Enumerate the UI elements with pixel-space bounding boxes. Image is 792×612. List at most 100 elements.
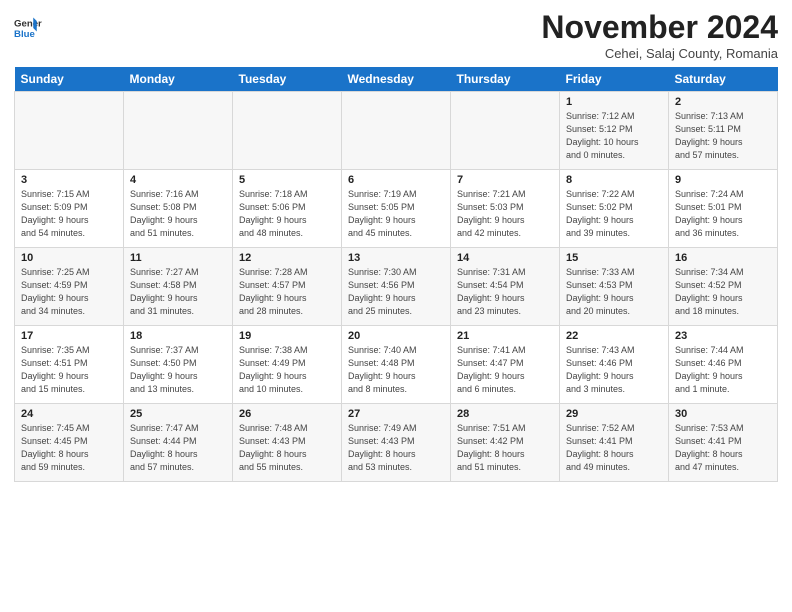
day-number: 3 xyxy=(21,174,118,186)
calendar-week-5: 24 Sunrise: 7:45 AM Sunset: 4:45 PM Dayli… xyxy=(15,404,778,482)
calendar-cell: 15Sunrise: 7:33 AM Sunset: 4:53 PM Dayli… xyxy=(560,248,669,326)
day-number: 12 xyxy=(239,252,336,264)
day-number: 19 xyxy=(239,330,336,342)
calendar-cell: 17 Sunrise: 7:35 AM Sunset: 4:51 PM Dayli… xyxy=(15,326,124,404)
subtitle: Cehei, Salaj County, Romania xyxy=(541,46,778,61)
day-number: 13 xyxy=(348,252,445,264)
calendar-cell: 27 Sunrise: 7:49 AM Sunset: 4:43 PM Dayli… xyxy=(342,404,451,482)
day-info: Sunrise: 7:43 AM Sunset: 4:46 PM Dayligh… xyxy=(566,344,663,396)
calendar-week-3: 10Sunrise: 7:25 AM Sunset: 4:59 PM Dayli… xyxy=(15,248,778,326)
logo: General Blue xyxy=(14,14,42,42)
calendar-cell: 29 Sunrise: 7:52 AM Sunset: 4:41 PM Dayli… xyxy=(560,404,669,482)
calendar-week-2: 3 Sunrise: 7:15 AM Sunset: 5:09 PM Daylig… xyxy=(15,170,778,248)
day-number: 6 xyxy=(348,174,445,186)
calendar-cell: 28 Sunrise: 7:51 AM Sunset: 4:42 PM Dayli… xyxy=(451,404,560,482)
day-info: Sunrise: 7:35 AM Sunset: 4:51 PM Dayligh… xyxy=(21,344,118,396)
calendar-table: SundayMondayTuesdayWednesdayThursdayFrid… xyxy=(14,67,778,482)
calendar-cell: 30 Sunrise: 7:53 AM Sunset: 4:41 PM Dayli… xyxy=(669,404,778,482)
day-number: 26 xyxy=(239,408,336,420)
calendar-cell: 12 Sunrise: 7:28 AM Sunset: 4:57 PM Dayli… xyxy=(233,248,342,326)
month-title: November 2024 xyxy=(541,10,778,45)
day-info: Sunrise: 7:13 AM Sunset: 5:11 PM Dayligh… xyxy=(675,110,772,162)
day-number: 10 xyxy=(21,252,118,264)
day-info: Sunrise: 7:18 AM Sunset: 5:06 PM Dayligh… xyxy=(239,188,336,240)
day-number: 25 xyxy=(130,408,227,420)
calendar-cell xyxy=(233,92,342,170)
calendar-cell xyxy=(124,92,233,170)
day-info: Sunrise: 7:33 AM Sunset: 4:53 PM Dayligh… xyxy=(566,266,663,318)
calendar-cell: 22 Sunrise: 7:43 AM Sunset: 4:46 PM Dayli… xyxy=(560,326,669,404)
day-number: 23 xyxy=(675,330,772,342)
day-info: Sunrise: 7:41 AM Sunset: 4:47 PM Dayligh… xyxy=(457,344,554,396)
weekday-header-saturday: Saturday xyxy=(669,67,778,92)
day-number: 22 xyxy=(566,330,663,342)
day-number: 11 xyxy=(130,252,227,264)
calendar-cell: 26 Sunrise: 7:48 AM Sunset: 4:43 PM Dayli… xyxy=(233,404,342,482)
calendar-cell: 14Sunrise: 7:31 AM Sunset: 4:54 PM Dayli… xyxy=(451,248,560,326)
calendar-cell: 21 Sunrise: 7:41 AM Sunset: 4:47 PM Dayli… xyxy=(451,326,560,404)
day-number: 17 xyxy=(21,330,118,342)
day-info: Sunrise: 7:52 AM Sunset: 4:41 PM Dayligh… xyxy=(566,422,663,474)
weekday-header-friday: Friday xyxy=(560,67,669,92)
day-number: 27 xyxy=(348,408,445,420)
day-info: Sunrise: 7:28 AM Sunset: 4:57 PM Dayligh… xyxy=(239,266,336,318)
day-number: 21 xyxy=(457,330,554,342)
day-info: Sunrise: 7:44 AM Sunset: 4:46 PM Dayligh… xyxy=(675,344,772,396)
calendar-header: SundayMondayTuesdayWednesdayThursdayFrid… xyxy=(15,67,778,92)
day-number: 29 xyxy=(566,408,663,420)
calendar-cell xyxy=(451,92,560,170)
weekday-header-sunday: Sunday xyxy=(15,67,124,92)
day-info: Sunrise: 7:37 AM Sunset: 4:50 PM Dayligh… xyxy=(130,344,227,396)
day-info: Sunrise: 7:45 AM Sunset: 4:45 PM Dayligh… xyxy=(21,422,118,474)
header: General Blue November 2024 Cehei, Salaj … xyxy=(14,10,778,61)
day-number: 24 xyxy=(21,408,118,420)
day-info: Sunrise: 7:22 AM Sunset: 5:02 PM Dayligh… xyxy=(566,188,663,240)
calendar-cell: 11 Sunrise: 7:27 AM Sunset: 4:58 PM Dayli… xyxy=(124,248,233,326)
weekday-header-thursday: Thursday xyxy=(451,67,560,92)
calendar-cell: 1Sunrise: 7:12 AM Sunset: 5:12 PM Daylig… xyxy=(560,92,669,170)
calendar-cell: 19Sunrise: 7:38 AM Sunset: 4:49 PM Dayli… xyxy=(233,326,342,404)
calendar-cell: 5Sunrise: 7:18 AM Sunset: 5:06 PM Daylig… xyxy=(233,170,342,248)
calendar-cell: 2Sunrise: 7:13 AM Sunset: 5:11 PM Daylig… xyxy=(669,92,778,170)
weekday-header-monday: Monday xyxy=(124,67,233,92)
calendar-cell: 13 Sunrise: 7:30 AM Sunset: 4:56 PM Dayli… xyxy=(342,248,451,326)
calendar-cell: 23 Sunrise: 7:44 AM Sunset: 4:46 PM Dayli… xyxy=(669,326,778,404)
calendar-cell: 4 Sunrise: 7:16 AM Sunset: 5:08 PM Daylig… xyxy=(124,170,233,248)
day-info: Sunrise: 7:27 AM Sunset: 4:58 PM Dayligh… xyxy=(130,266,227,318)
day-number: 1 xyxy=(566,96,663,108)
calendar-cell: 10Sunrise: 7:25 AM Sunset: 4:59 PM Dayli… xyxy=(15,248,124,326)
title-block: November 2024 Cehei, Salaj County, Roman… xyxy=(541,10,778,61)
calendar-cell: 20Sunrise: 7:40 AM Sunset: 4:48 PM Dayli… xyxy=(342,326,451,404)
calendar-cell: 3 Sunrise: 7:15 AM Sunset: 5:09 PM Daylig… xyxy=(15,170,124,248)
day-number: 28 xyxy=(457,408,554,420)
day-info: Sunrise: 7:19 AM Sunset: 5:05 PM Dayligh… xyxy=(348,188,445,240)
svg-text:Blue: Blue xyxy=(14,29,35,40)
day-info: Sunrise: 7:48 AM Sunset: 4:43 PM Dayligh… xyxy=(239,422,336,474)
day-info: Sunrise: 7:30 AM Sunset: 4:56 PM Dayligh… xyxy=(348,266,445,318)
logo-icon: General Blue xyxy=(14,14,42,42)
day-info: Sunrise: 7:16 AM Sunset: 5:08 PM Dayligh… xyxy=(130,188,227,240)
day-info: Sunrise: 7:47 AM Sunset: 4:44 PM Dayligh… xyxy=(130,422,227,474)
day-info: Sunrise: 7:53 AM Sunset: 4:41 PM Dayligh… xyxy=(675,422,772,474)
calendar-cell: 6 Sunrise: 7:19 AM Sunset: 5:05 PM Daylig… xyxy=(342,170,451,248)
calendar-cell: 16Sunrise: 7:34 AM Sunset: 4:52 PM Dayli… xyxy=(669,248,778,326)
day-number: 14 xyxy=(457,252,554,264)
day-info: Sunrise: 7:51 AM Sunset: 4:42 PM Dayligh… xyxy=(457,422,554,474)
day-number: 7 xyxy=(457,174,554,186)
weekday-header-tuesday: Tuesday xyxy=(233,67,342,92)
day-info: Sunrise: 7:40 AM Sunset: 4:48 PM Dayligh… xyxy=(348,344,445,396)
day-number: 30 xyxy=(675,408,772,420)
day-number: 16 xyxy=(675,252,772,264)
day-info: Sunrise: 7:24 AM Sunset: 5:01 PM Dayligh… xyxy=(675,188,772,240)
weekday-header-row: SundayMondayTuesdayWednesdayThursdayFrid… xyxy=(15,67,778,92)
calendar-cell xyxy=(15,92,124,170)
svg-text:General: General xyxy=(14,18,42,29)
calendar-cell: 25 Sunrise: 7:47 AM Sunset: 4:44 PM Dayli… xyxy=(124,404,233,482)
calendar-cell: 24 Sunrise: 7:45 AM Sunset: 4:45 PM Dayli… xyxy=(15,404,124,482)
day-info: Sunrise: 7:49 AM Sunset: 4:43 PM Dayligh… xyxy=(348,422,445,474)
calendar-week-1: 1Sunrise: 7:12 AM Sunset: 5:12 PM Daylig… xyxy=(15,92,778,170)
calendar-cell: 7Sunrise: 7:21 AM Sunset: 5:03 PM Daylig… xyxy=(451,170,560,248)
day-number: 4 xyxy=(130,174,227,186)
day-info: Sunrise: 7:15 AM Sunset: 5:09 PM Dayligh… xyxy=(21,188,118,240)
calendar-cell: 18Sunrise: 7:37 AM Sunset: 4:50 PM Dayli… xyxy=(124,326,233,404)
